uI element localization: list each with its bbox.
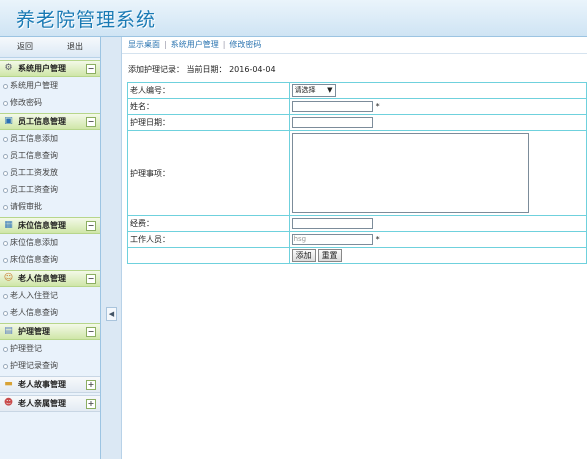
sidebar-item[interactable]: 系统用户管理 [0, 77, 100, 94]
sidebar-item[interactable]: 请假审批 [0, 198, 100, 215]
sidebar-sections: ⚙ 系统用户管理 − 系统用户管理 修改密码 ▣ 员工信息管理 − 员工信息添加 员工信息查询 员工… [0, 60, 100, 412]
expand-icon[interactable]: + [86, 380, 96, 390]
sidebar-section-title: 床位信息管理 [18, 221, 66, 230]
sidebar-section: ▦ 床位信息管理 − 床位信息添加 床位信息查询 [0, 217, 100, 268]
form-row: 经费： [127, 215, 587, 232]
sidebar: 返回 退出 ⚙ 系统用户管理 − 系统用户管理 修改密码 ▣ 员工信息管理 − 员工信息添加 员工… [0, 37, 101, 459]
sidebar-item[interactable]: 护理登记 [0, 340, 100, 357]
form-row: 护理日期： [127, 114, 587, 131]
sidebar-item[interactable]: 修改密码 [0, 94, 100, 111]
elder-id-select[interactable]: 请选择 ▼ [291, 84, 336, 97]
worker-label: 工作人员： [127, 231, 290, 248]
folder-icon: ▬ [4, 379, 13, 389]
sidebar-section-header[interactable]: ☺ 老人信息管理 − [0, 270, 100, 287]
sidebar-item[interactable]: 床位信息添加 [0, 234, 100, 251]
breadcrumb: 显示桌面 | 系统用户管理 | 修改密码 [122, 37, 587, 54]
form-row: 老人编号： 请选择 ▼ [127, 82, 587, 99]
sidebar-section: ▬ 老人故事管理 + [0, 376, 100, 393]
monitor-icon: ▣ [4, 116, 13, 126]
collapse-icon[interactable]: − [86, 64, 96, 74]
care-matter-label: 护理事项： [127, 130, 290, 216]
sidebar-section-header[interactable]: ▦ 床位信息管理 − [0, 217, 100, 234]
collapse-icon[interactable]: − [86, 274, 96, 284]
header: 养老院管理系统 [0, 0, 587, 37]
required-mark: * [375, 235, 380, 244]
sidebar-section-header[interactable]: ⚙ 系统用户管理 − [0, 60, 100, 77]
cost-label: 经费： [127, 215, 290, 232]
reset-button[interactable]: 重置 [317, 249, 342, 262]
calendar-icon: ▦ [4, 220, 13, 230]
cost-input[interactable] [291, 218, 373, 229]
current-date: 2016-04-04 [229, 65, 276, 74]
form-row: 工作人员： hsg * [127, 231, 587, 248]
sidebar-section-title: 护理管理 [18, 327, 50, 336]
back-button[interactable]: 返回 [0, 37, 50, 57]
sidebar-section-title: 老人亲属管理 [18, 399, 66, 408]
record-label: 添加护理记录： [128, 65, 184, 74]
collapse-icon[interactable]: − [86, 117, 96, 127]
sidebar-item[interactable]: 床位信息查询 [0, 251, 100, 268]
collapse-icon[interactable]: − [86, 221, 96, 231]
care-matter-textarea[interactable] [291, 133, 529, 213]
sidebar-section-title: 员工信息管理 [18, 117, 66, 126]
care-date-label: 护理日期： [127, 114, 290, 131]
notepad-icon: ▤ [4, 326, 13, 336]
record-header: 添加护理记录： 当前日期： 2016-04-04 [128, 64, 276, 75]
elder-id-label: 老人编号： [127, 82, 290, 99]
required-mark: * [375, 102, 380, 111]
sidebar-section-title: 老人故事管理 [18, 380, 66, 389]
care-record-form: 老人编号： 请选择 ▼ 姓名： * 护理日期： 护理事项： 经费： 工作人员： h… [127, 82, 587, 264]
exit-button[interactable]: 退出 [50, 37, 100, 57]
sidebar-section-header[interactable]: ▣ 员工信息管理 − [0, 113, 100, 130]
name-label: 姓名： [127, 98, 290, 115]
form-row: 姓名： * [127, 98, 587, 115]
form-row: 添加 重置 [127, 247, 587, 264]
sidebar-section-title: 系统用户管理 [18, 64, 66, 73]
breadcrumb-desktop-link[interactable]: 显示桌面 [128, 40, 160, 49]
sidebar-splitter[interactable]: ◀ [101, 37, 122, 459]
collapse-icon[interactable]: − [86, 327, 96, 337]
sidebar-section: ⚙ 系统用户管理 − 系统用户管理 修改密码 [0, 60, 100, 111]
breadcrumb-password-link[interactable]: 修改密码 [229, 40, 261, 49]
form-row: 护理事项： [127, 130, 587, 216]
sidebar-section-header[interactable]: ☻ 老人亲属管理 + [0, 395, 100, 412]
sidebar-item[interactable]: 老人入住登记 [0, 287, 100, 304]
family-icon: ☻ [3, 398, 14, 408]
sidebar-item[interactable]: 护理记录查询 [0, 357, 100, 374]
add-button[interactable]: 添加 [291, 249, 316, 262]
sidebar-section: ☺ 老人信息管理 − 老人入住登记 老人信息查询 [0, 270, 100, 321]
sidebar-section: ▤ 护理管理 − 护理登记 护理记录查询 [0, 323, 100, 374]
care-date-input[interactable] [291, 117, 373, 128]
sidebar-section-header[interactable]: ▬ 老人故事管理 + [0, 376, 100, 393]
sidebar-item[interactable]: 员工信息添加 [0, 130, 100, 147]
empty-cell [127, 247, 290, 264]
sidebar-section-header[interactable]: ▤ 护理管理 − [0, 323, 100, 340]
main-content: 显示桌面 | 系统用户管理 | 修改密码 添加护理记录： 当前日期： 2016-04-0… [122, 37, 587, 459]
sidebar-item[interactable]: 老人信息查询 [0, 304, 100, 321]
dropdown-arrow-icon: ▼ [327, 86, 333, 94]
date-label: 当前日期： [186, 65, 227, 74]
name-input[interactable] [291, 101, 373, 112]
sidebar-item[interactable]: 员工信息查询 [0, 147, 100, 164]
collapse-sidebar-icon[interactable]: ◀ [106, 307, 117, 321]
sidebar-item[interactable]: 员工工资发放 [0, 164, 100, 181]
app-title: 养老院管理系统 [16, 9, 157, 31]
sidebar-section-title: 老人信息管理 [18, 274, 66, 283]
sidebar-section: ▣ 员工信息管理 − 员工信息添加 员工信息查询 员工工资发放 员工工资查询 请假审批 [0, 113, 100, 215]
gear-icon: ⚙ [4, 63, 13, 73]
worker-input[interactable]: hsg [291, 234, 373, 245]
sidebar-top-buttons: 返回 退出 [0, 37, 100, 58]
breadcrumb-user-link[interactable]: 系统用户管理 [171, 40, 219, 49]
expand-icon[interactable]: + [86, 399, 96, 409]
sidebar-section: ☻ 老人亲属管理 + [0, 395, 100, 412]
sidebar-item[interactable]: 员工工资查询 [0, 181, 100, 198]
user-icon: ☺ [3, 273, 14, 283]
